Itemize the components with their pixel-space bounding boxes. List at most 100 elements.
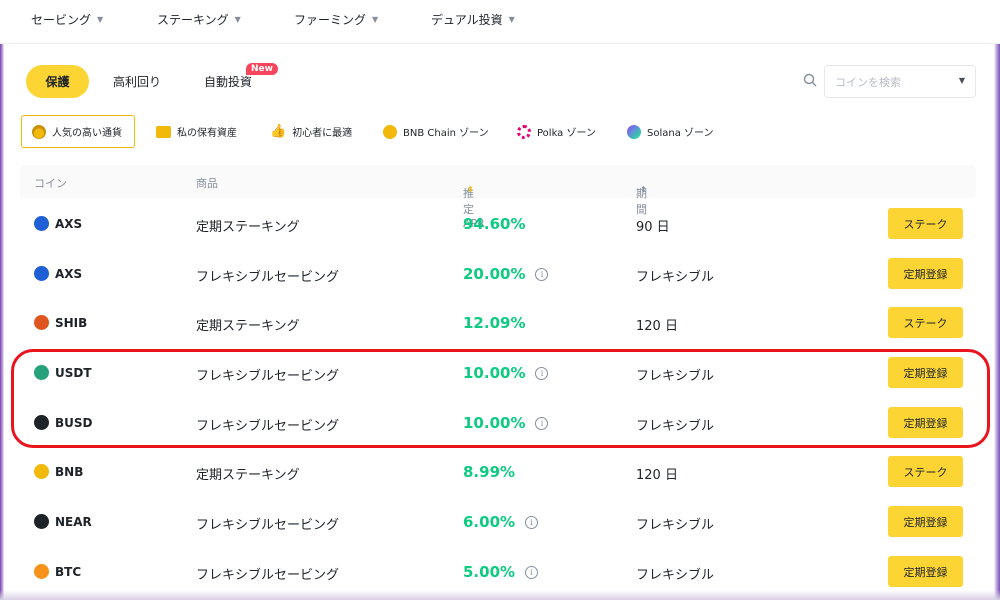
tab-high-yield[interactable]: 高利回り bbox=[104, 65, 170, 98]
period-value: 120 日 bbox=[636, 319, 678, 334]
action-button[interactable]: ステーク bbox=[888, 307, 963, 338]
table-row: BNB 定期ステーキング 8.99% 120 日 ステーク bbox=[20, 447, 976, 497]
solana-icon bbox=[627, 124, 641, 139]
info-icon[interactable]: i bbox=[525, 565, 539, 579]
bottom-edge bbox=[0, 590, 1000, 600]
sort-icon[interactable]: ⬍ bbox=[467, 185, 474, 194]
filter-polka[interactable]: Polka ゾーン bbox=[507, 115, 606, 148]
chevron-down-icon: ▼ bbox=[508, 15, 515, 24]
table-header: コイン 商品 推定APR ⬍ 期間 ⬍ bbox=[20, 165, 976, 230]
coin-symbol: AXS bbox=[55, 266, 83, 281]
nav-staking-label: ステーキング bbox=[157, 13, 229, 27]
nav-farming[interactable]: ファーミング ▼ bbox=[294, 11, 378, 28]
search-placeholder: コインを検索 bbox=[835, 75, 901, 89]
apr-cell: 94.60% bbox=[463, 215, 525, 233]
period-value: フレキシブル bbox=[636, 518, 715, 533]
period-value: 90 日 bbox=[636, 220, 670, 235]
action-button[interactable]: 定期登録 bbox=[888, 258, 963, 289]
action-button[interactable]: 定期登録 bbox=[888, 556, 963, 587]
apr-value: 8.99% bbox=[463, 463, 516, 481]
thumbs-up-icon: 👍 bbox=[270, 124, 287, 139]
tab-protected[interactable]: 保護 bbox=[26, 65, 89, 98]
period-value: フレキシブル bbox=[636, 568, 715, 583]
apr-cell: 20.00% i bbox=[463, 265, 549, 283]
filter-my-assets[interactable]: 私の保有資産 bbox=[146, 115, 247, 148]
action-button[interactable]: ステーク bbox=[888, 208, 963, 239]
header-product: 商品 bbox=[196, 177, 218, 190]
search-icon[interactable] bbox=[803, 73, 817, 87]
product-name: フレキシブルセービング bbox=[196, 518, 340, 533]
action-button[interactable]: ステーク bbox=[888, 456, 963, 487]
nav-savings-label: セービング bbox=[31, 13, 92, 27]
coin-icon bbox=[34, 464, 49, 479]
table-row: AXS フレキシブルセービング 20.00% i フレキシブル 定期登録 bbox=[20, 249, 976, 299]
nav-dual-investment[interactable]: デュアル投資 ▼ bbox=[431, 11, 515, 28]
product-name: 定期ステーキング bbox=[196, 220, 300, 235]
apr-value: 94.60% bbox=[463, 215, 526, 233]
filter-label: BNB Chain ゾーン bbox=[403, 128, 489, 139]
apr-cell: 5.00% i bbox=[463, 563, 539, 581]
table-row: SHIB 定期ステーキング 12.09% 120 日 ステーク bbox=[20, 298, 976, 348]
coin-cell: AXS bbox=[34, 216, 82, 231]
filter-beginners[interactable]: 👍 初心者に最適 bbox=[260, 115, 362, 148]
apr-value: 20.00% bbox=[463, 265, 526, 283]
info-icon[interactable]: i bbox=[525, 515, 539, 529]
chevron-down-icon: ▼ bbox=[958, 76, 965, 85]
bnb-icon bbox=[383, 124, 397, 139]
filter-label: 私の保有資産 bbox=[177, 128, 237, 139]
flame-coin-icon bbox=[32, 124, 46, 139]
coin-icon bbox=[34, 216, 49, 231]
coin-symbol: SHIB bbox=[55, 315, 88, 330]
nav-savings[interactable]: セービング ▼ bbox=[31, 11, 103, 28]
info-icon[interactable]: i bbox=[535, 267, 549, 281]
table-row: AXS 定期ステーキング 94.60% 90 日 ステーク bbox=[20, 199, 976, 249]
highlight-annotation bbox=[11, 349, 990, 448]
product-name: フレキシブルセービング bbox=[196, 568, 340, 583]
chevron-down-icon: ▼ bbox=[372, 15, 379, 24]
coin-cell: SHIB bbox=[34, 315, 87, 330]
filter-solana[interactable]: Solana ゾーン bbox=[617, 115, 724, 148]
coin-icon bbox=[34, 315, 49, 330]
apr-cell: 6.00% i bbox=[463, 513, 539, 531]
chevron-down-icon: ▼ bbox=[234, 15, 241, 24]
product-name: 定期ステーキング bbox=[196, 319, 300, 334]
apr-value: 5.00% bbox=[463, 563, 516, 581]
new-badge: New bbox=[246, 63, 278, 75]
coin-symbol: BNB bbox=[55, 464, 84, 479]
wallet-icon bbox=[156, 125, 171, 138]
coin-icon bbox=[34, 564, 49, 579]
polkadot-icon bbox=[517, 124, 531, 139]
coin-search-select[interactable]: コインを検索 ▼ bbox=[824, 65, 976, 98]
filter-label: 初心者に最適 bbox=[292, 128, 353, 139]
coin-symbol: BTC bbox=[55, 564, 82, 579]
filter-label: Solana ゾーン bbox=[647, 128, 714, 139]
nav-dual-label: デュアル投資 bbox=[431, 13, 503, 27]
product-name: 定期ステーキング bbox=[196, 468, 300, 483]
coin-icon bbox=[34, 514, 49, 529]
top-nav: セービング ▼ ステーキング ▼ ファーミング ▼ デュアル投資 ▼ bbox=[0, 0, 1000, 44]
coin-cell: BNB bbox=[34, 464, 83, 479]
filter-label: Polka ゾーン bbox=[537, 128, 596, 139]
nav-farming-label: ファーミング bbox=[294, 13, 367, 27]
coin-cell: NEAR bbox=[34, 514, 92, 529]
coin-symbol: NEAR bbox=[55, 514, 92, 529]
coin-symbol: AXS bbox=[55, 216, 83, 231]
sort-icon[interactable]: ⬍ bbox=[640, 185, 647, 194]
chevron-down-icon: ▼ bbox=[97, 15, 104, 24]
table-row: NEAR フレキシブルセービング 6.00% i フレキシブル 定期登録 bbox=[20, 497, 976, 547]
filter-label: 人気の高い通貨 bbox=[52, 128, 122, 139]
action-button[interactable]: 定期登録 bbox=[888, 506, 963, 537]
product-name: フレキシブルセービング bbox=[196, 270, 340, 285]
apr-value: 12.09% bbox=[463, 314, 526, 332]
coin-cell: AXS bbox=[34, 266, 82, 281]
filter-popular-coins[interactable]: 人気の高い通貨 bbox=[21, 115, 135, 148]
nav-staking[interactable]: ステーキング ▼ bbox=[157, 11, 241, 28]
apr-cell: 12.09% bbox=[463, 314, 525, 332]
coin-cell: BTC bbox=[34, 564, 81, 579]
coin-icon bbox=[34, 266, 49, 281]
period-value: フレキシブル bbox=[636, 270, 715, 285]
filter-bnb-chain[interactable]: BNB Chain ゾーン bbox=[373, 115, 499, 148]
period-value: 120 日 bbox=[636, 468, 678, 483]
apr-value: 6.00% bbox=[463, 513, 516, 531]
header-coin: コイン bbox=[34, 177, 67, 190]
